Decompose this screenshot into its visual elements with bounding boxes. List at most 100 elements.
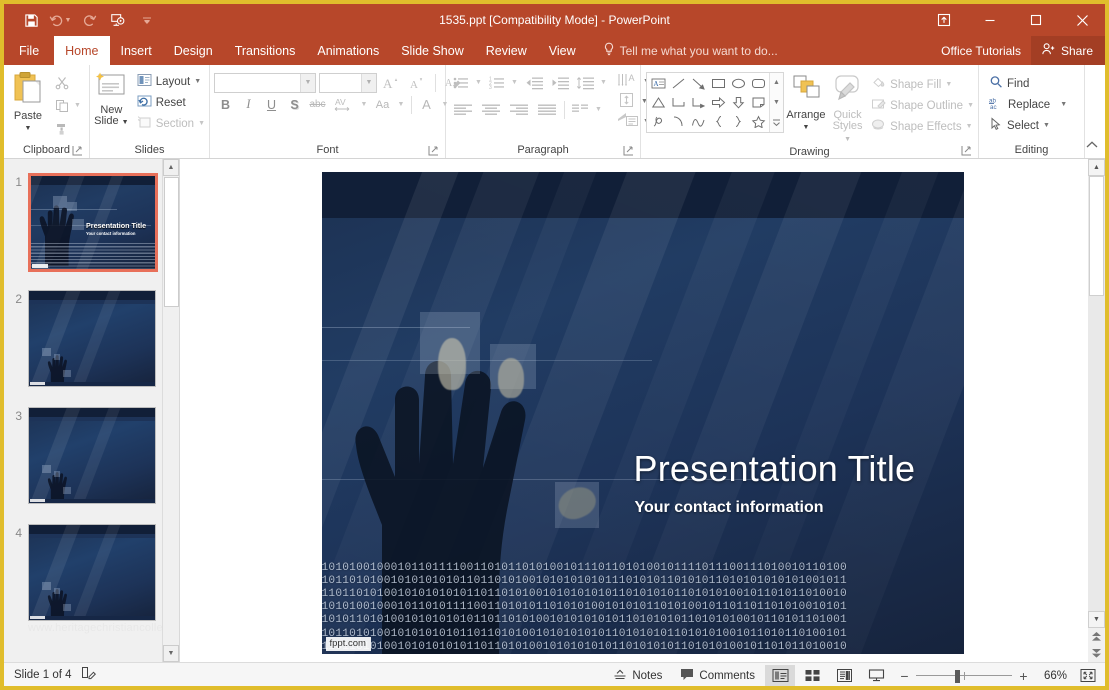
slide-scroll-down-icon[interactable]: ▼	[1088, 611, 1105, 628]
arc-shape-icon[interactable]	[668, 112, 688, 131]
italic-icon[interactable]: I	[237, 94, 260, 115]
tell-me-search[interactable]: Tell me what you want to do...	[587, 36, 778, 65]
star-shape-icon[interactable]	[748, 112, 768, 131]
bullets-dropdown-caret[interactable]: ▼	[472, 72, 485, 93]
tab-view[interactable]: View	[538, 36, 587, 65]
cut-button[interactable]	[52, 72, 81, 93]
tab-design[interactable]: Design	[163, 36, 224, 65]
section-dropdown-caret[interactable]: ▼	[198, 120, 205, 127]
share-button[interactable]: Share	[1031, 36, 1105, 65]
new-slide-dropdown-caret[interactable]: ▼	[122, 119, 129, 126]
folded-corner-shape-icon[interactable]	[748, 93, 768, 112]
ribbon-display-options-icon[interactable]	[921, 4, 967, 36]
font-name-combo[interactable]: ▼	[214, 73, 316, 93]
line-spacing-dropdown-caret[interactable]: ▼	[597, 72, 610, 93]
replace-dropdown-caret[interactable]: ▼	[1060, 101, 1067, 108]
rounded-rectangle-shape-icon[interactable]	[748, 74, 768, 93]
align-right-icon[interactable]	[505, 99, 533, 120]
drawing-dialog-launcher[interactable]	[961, 145, 973, 157]
section-button[interactable]: Section ▼	[133, 113, 209, 134]
fit-slide-icon[interactable]	[1075, 665, 1101, 686]
change-case-dropdown-caret[interactable]: ▼	[394, 94, 408, 115]
tab-home[interactable]: Home	[54, 36, 109, 65]
tab-transitions[interactable]: Transitions	[224, 36, 307, 65]
left-brace-shape-icon[interactable]	[708, 112, 728, 131]
shapes-more-icon[interactable]	[770, 113, 783, 132]
slide-counter[interactable]: Slide 1 of 4	[14, 669, 72, 681]
zoom-slider[interactable]	[916, 670, 1012, 682]
thumbnail-slide-1[interactable]: 1	[8, 173, 158, 272]
character-spacing-dropdown-caret[interactable]: ▼	[357, 94, 371, 115]
shape-outline-dropdown-caret[interactable]: ▼	[967, 102, 974, 109]
tab-slide-show[interactable]: Slide Show	[390, 36, 475, 65]
columns-icon[interactable]	[568, 99, 592, 120]
line-shape-icon[interactable]	[668, 74, 688, 93]
underline-icon[interactable]: U	[260, 94, 283, 115]
zoom-slider-handle[interactable]	[955, 670, 960, 683]
notes-button[interactable]: Notes	[605, 665, 670, 686]
zoom-in-button[interactable]: +	[1018, 668, 1029, 684]
bold-icon[interactable]: B	[214, 94, 237, 115]
clipboard-dialog-launcher[interactable]	[72, 145, 84, 157]
comments-button[interactable]: Comments	[672, 665, 763, 686]
shape-fill-button[interactable]: Shape Fill ▼	[867, 74, 978, 95]
align-left-icon[interactable]	[449, 99, 477, 120]
slide-scroll-up-icon[interactable]: ▲	[1088, 159, 1105, 176]
font-name-dropdown-caret[interactable]: ▼	[300, 74, 315, 92]
elbow-connector-shape-icon[interactable]	[668, 93, 688, 112]
thumbnail-scroll-thumb[interactable]	[164, 177, 179, 307]
columns-dropdown-caret[interactable]: ▼	[592, 99, 605, 120]
undo-dropdown-caret[interactable]: ▼	[65, 17, 72, 24]
shape-outline-button[interactable]: Shape Outline ▼	[867, 95, 978, 116]
arrange-button[interactable]: Arrange ▼	[784, 68, 828, 134]
maximize-icon[interactable]	[1013, 4, 1059, 36]
tab-animations[interactable]: Animations	[306, 36, 390, 65]
select-dropdown-caret[interactable]: ▼	[1043, 122, 1050, 129]
shape-fill-dropdown-caret[interactable]: ▼	[945, 81, 952, 88]
thumbnail-scroll-up-icon[interactable]: ▲	[163, 159, 179, 176]
close-icon[interactable]	[1059, 4, 1105, 36]
next-slide-button[interactable]	[1088, 645, 1105, 662]
numbering-icon[interactable]: 1 2 3	[485, 72, 508, 93]
shape-effects-button[interactable]: Shape Effects ▼	[867, 116, 978, 137]
change-case-icon[interactable]: Aa	[371, 94, 394, 115]
right-arrow-shape-icon[interactable]	[708, 93, 728, 112]
slide-title-placeholder[interactable]: Presentation Title	[634, 448, 916, 490]
new-slide-button[interactable]: New Slide ▼	[90, 68, 133, 129]
save-icon[interactable]	[18, 8, 44, 32]
shape-effects-dropdown-caret[interactable]: ▼	[966, 123, 973, 130]
character-spacing-icon[interactable]: AV	[329, 94, 357, 115]
redo-icon[interactable]	[76, 8, 102, 32]
tab-review[interactable]: Review	[475, 36, 538, 65]
quick-styles-dropdown-caret[interactable]: ▼	[844, 136, 851, 143]
paste-dropdown-caret[interactable]: ▼	[25, 123, 32, 135]
decrease-indent-icon[interactable]	[521, 72, 547, 93]
align-center-icon[interactable]	[477, 99, 505, 120]
collapse-ribbon-button[interactable]	[1085, 138, 1099, 156]
thumbnail-slide-3[interactable]: 3	[8, 407, 156, 504]
reading-view-icon[interactable]	[829, 665, 859, 686]
thumbnail-frame-1[interactable]: Presentation Title Your contact informat…	[28, 173, 158, 272]
find-button[interactable]: Find	[985, 73, 1071, 94]
increase-font-size-icon[interactable]: A	[380, 72, 403, 93]
font-size-dropdown-caret[interactable]: ▼	[361, 74, 376, 92]
justify-icon[interactable]	[533, 99, 561, 120]
copy-button[interactable]: ▼	[52, 95, 81, 116]
slide-show-icon[interactable]	[861, 665, 891, 686]
paragraph-dialog-launcher[interactable]	[623, 145, 635, 157]
curve-shape-icon[interactable]	[688, 112, 708, 131]
zoom-control[interactable]: − + 66%	[893, 668, 1073, 684]
tab-insert[interactable]: Insert	[110, 36, 163, 65]
font-size-combo[interactable]: ▼	[319, 73, 377, 93]
shapes-scroll-down-icon[interactable]: ▼	[770, 93, 783, 112]
slide-scroll-thumb[interactable]	[1089, 176, 1104, 296]
rectangle-shape-icon[interactable]	[708, 74, 728, 93]
slide-sorter-icon[interactable]	[797, 665, 827, 686]
previous-slide-button[interactable]	[1088, 628, 1105, 645]
paste-button[interactable]: Paste ▼	[4, 68, 52, 135]
thumbnail-scrollbar[interactable]: ▲ ▼	[162, 159, 179, 662]
start-from-beginning-icon[interactable]	[105, 8, 131, 32]
slide-scroll-track[interactable]	[1088, 176, 1105, 611]
copy-dropdown-caret[interactable]: ▼	[74, 102, 81, 109]
minimize-icon[interactable]	[967, 4, 1013, 36]
